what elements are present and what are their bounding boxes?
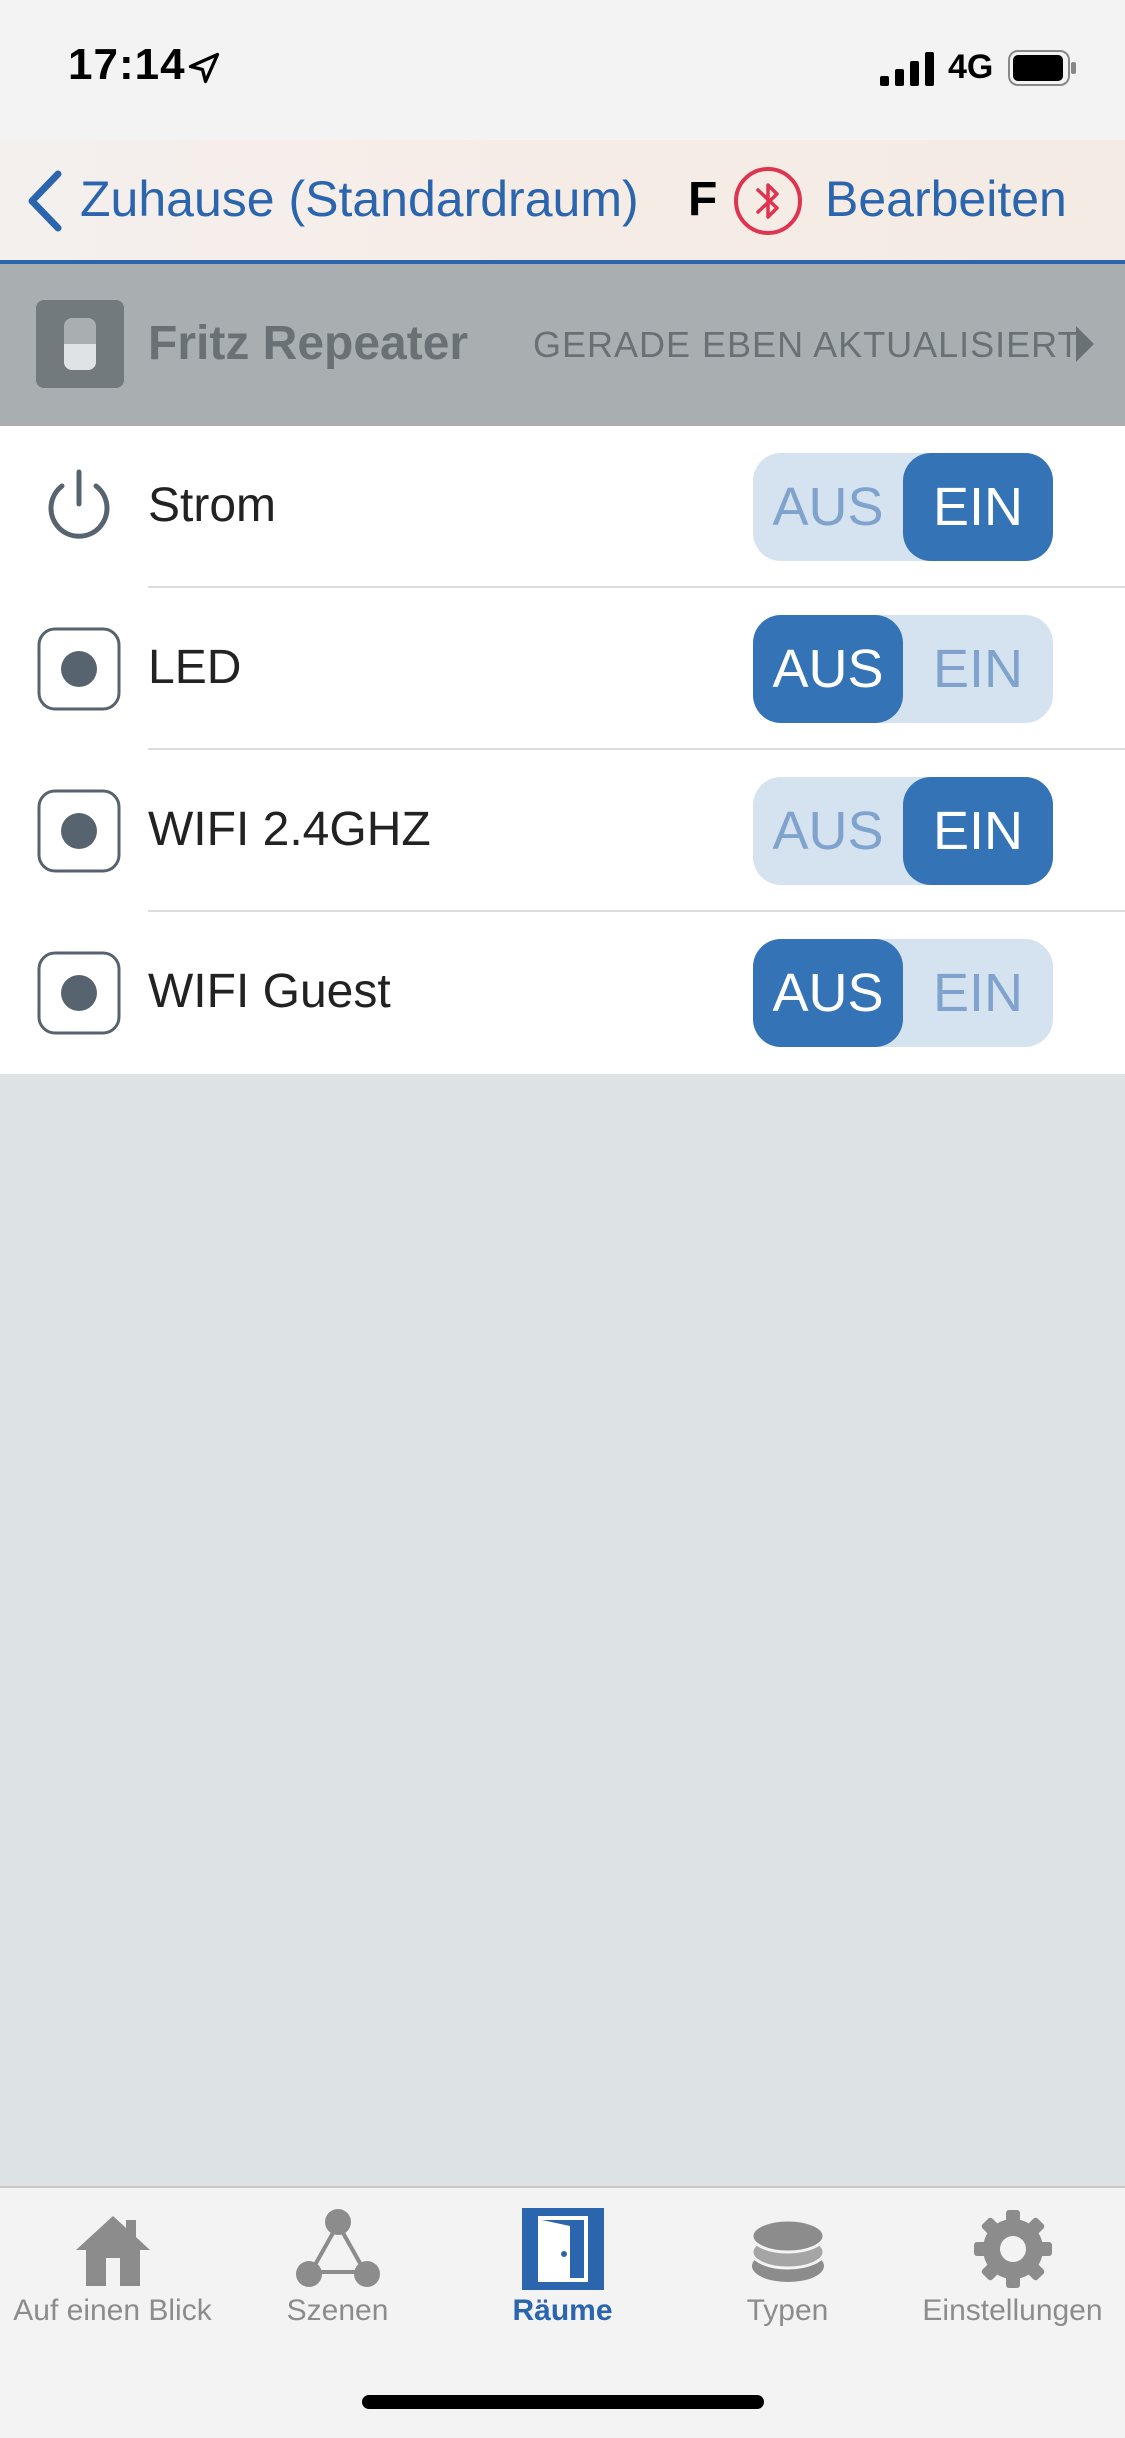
switch-list: Strom AUS EIN LED AUS EIN WIFI 2.4GHZ AU… <box>0 426 1125 1074</box>
toggle-wifi-guest[interactable]: AUS EIN <box>753 939 1053 1047</box>
battery-icon <box>1008 50 1076 86</box>
toggle-off-option[interactable]: AUS <box>753 615 903 723</box>
switch-row-wifi-guest: WIFI Guest AUS EIN <box>0 912 1125 1074</box>
toggle-led[interactable]: AUS EIN <box>753 615 1053 723</box>
door-icon <box>522 2208 604 2290</box>
tab-label: Typen <box>746 2294 829 2327</box>
home-icon <box>76 2216 150 2286</box>
outlet-icon <box>37 789 121 873</box>
power-icon <box>48 469 110 539</box>
edit-button[interactable]: Bearbeiten <box>825 170 1067 228</box>
location-arrow-icon <box>188 52 220 84</box>
switch-device-icon <box>36 300 124 388</box>
tab-types[interactable]: Typen <box>675 2188 900 2348</box>
switch-label: WIFI 2.4GHZ <box>148 803 431 856</box>
switch-row-wifi-24: WIFI 2.4GHZ AUS EIN <box>0 750 1125 912</box>
switch-label: WIFI Guest <box>148 965 391 1018</box>
page-title: Fr <box>688 173 718 226</box>
toggle-strom[interactable]: AUS EIN <box>753 453 1053 561</box>
signal-bars-icon <box>880 52 934 86</box>
status-time: 17:14 <box>68 40 186 89</box>
device-header[interactable]: Fritz Repeater GERADE EBEN AKTUALISIERT <box>0 264 1125 426</box>
toggle-on-option[interactable]: EIN <box>903 615 1053 723</box>
toggle-off-option[interactable]: AUS <box>753 939 903 1047</box>
toggle-on-option[interactable]: EIN <box>903 939 1053 1047</box>
status-bar: 17:14 4G <box>0 0 1125 140</box>
outlet-icon <box>37 951 121 1035</box>
toggle-wifi-24[interactable]: AUS EIN <box>753 777 1053 885</box>
device-name: Fritz Repeater <box>148 317 469 370</box>
switch-row-led: LED AUS EIN <box>0 588 1125 750</box>
home-indicator[interactable] <box>362 2395 764 2409</box>
toggle-on-option[interactable]: EIN <box>903 453 1053 561</box>
tab-overview[interactable]: Auf einen Blick <box>0 2188 225 2348</box>
layers-icon <box>750 2218 826 2282</box>
tab-label: Szenen <box>286 2294 389 2327</box>
switch-label: LED <box>148 641 242 694</box>
toggle-on-option[interactable]: EIN <box>903 777 1053 885</box>
back-chevron-icon[interactable] <box>22 168 66 234</box>
network-type: 4G <box>948 48 994 86</box>
toggle-off-option[interactable]: AUS <box>753 453 903 561</box>
toggle-off-option[interactable]: AUS <box>753 777 903 885</box>
tab-label: Auf einen Blick <box>13 2294 212 2327</box>
tab-settings[interactable]: Einstellungen <box>900 2188 1125 2348</box>
switch-row-strom: Strom AUS EIN <box>0 426 1125 588</box>
chevron-right-icon <box>1076 326 1094 362</box>
gear-icon <box>974 2210 1052 2288</box>
tab-scenes[interactable]: Szenen <box>225 2188 450 2348</box>
outlet-icon <box>37 627 121 711</box>
bluetooth-icon[interactable] <box>733 166 803 236</box>
back-button[interactable]: Zuhause (Standardraum) <box>80 170 639 228</box>
device-status: GERADE EBEN AKTUALISIERT <box>533 324 1081 365</box>
tab-label: Räume <box>512 2294 613 2327</box>
navigation-bar: Zuhause (Standardraum) Fr Bearbeiten <box>0 140 1125 264</box>
tab-label: Einstellungen <box>922 2294 1103 2327</box>
tab-rooms[interactable]: Räume <box>450 2188 675 2348</box>
switch-label: Strom <box>148 479 277 532</box>
scenes-icon <box>296 2209 380 2287</box>
